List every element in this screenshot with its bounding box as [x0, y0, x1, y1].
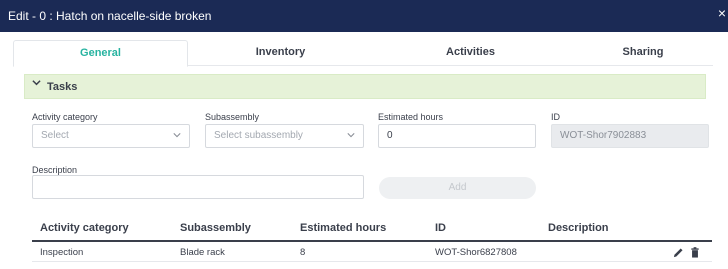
subassembly-label: Subassembly	[205, 112, 260, 122]
cell-subassembly: Blade rack	[180, 247, 225, 258]
description-label: Description	[32, 165, 78, 175]
tab-inventory[interactable]: Inventory	[213, 40, 348, 66]
activity-category-value: Select	[41, 130, 69, 141]
estimated-hours-input[interactable]: 0	[378, 124, 536, 148]
cell-id: WOT-Shor6827808	[435, 247, 517, 258]
chevron-down-icon	[173, 125, 181, 147]
column-header[interactable]: ID	[435, 222, 446, 234]
close-icon[interactable]: ×	[718, 6, 726, 20]
column-header[interactable]: Subassembly	[180, 222, 251, 234]
table-header: Activity category Subassembly Estimated …	[32, 216, 712, 242]
column-header[interactable]: Estimated hours	[300, 222, 386, 234]
chevron-down-icon[interactable]	[32, 78, 41, 90]
section-title: Tasks	[47, 81, 78, 93]
id-value: WOT-Shor7902883	[560, 130, 647, 141]
id-input: WOT-Shor7902883	[551, 124, 709, 148]
subassembly-select[interactable]: Select subassembly	[205, 124, 364, 148]
add-button[interactable]: Add	[379, 177, 536, 199]
column-header[interactable]: Description	[548, 222, 609, 234]
activity-category-label: Activity category	[32, 112, 98, 122]
tab-activities[interactable]: Activities	[398, 40, 543, 66]
tab-sharing[interactable]: Sharing	[573, 40, 713, 66]
edit-pencil-icon[interactable]	[673, 245, 685, 258]
column-header[interactable]: Activity category	[40, 222, 129, 234]
chevron-down-icon	[347, 125, 355, 147]
subassembly-value: Select subassembly	[214, 130, 303, 141]
tab-general[interactable]: General	[13, 40, 188, 67]
tab-bar: General Inventory Activities Sharing	[13, 40, 713, 67]
table-row[interactable]: Inspection Blade rack 8 WOT-Shor6827808	[32, 242, 712, 262]
activity-category-select[interactable]: Select	[32, 124, 190, 148]
description-input[interactable]	[32, 175, 364, 199]
estimated-hours-label: Estimated hours	[378, 112, 444, 122]
dialog-titlebar: Edit - 0 : Hatch on nacelle-side broken …	[0, 0, 728, 32]
cell-estimated-hours: 8	[300, 247, 306, 258]
tasks-section-header[interactable]: Tasks	[24, 74, 706, 99]
delete-trash-icon[interactable]	[690, 245, 702, 258]
dialog-title: Edit - 0 : Hatch on nacelle-side broken	[8, 9, 212, 23]
cell-activity-category: Inspection	[40, 247, 84, 258]
id-label: ID	[551, 112, 560, 122]
estimated-hours-value: 0	[387, 130, 393, 141]
